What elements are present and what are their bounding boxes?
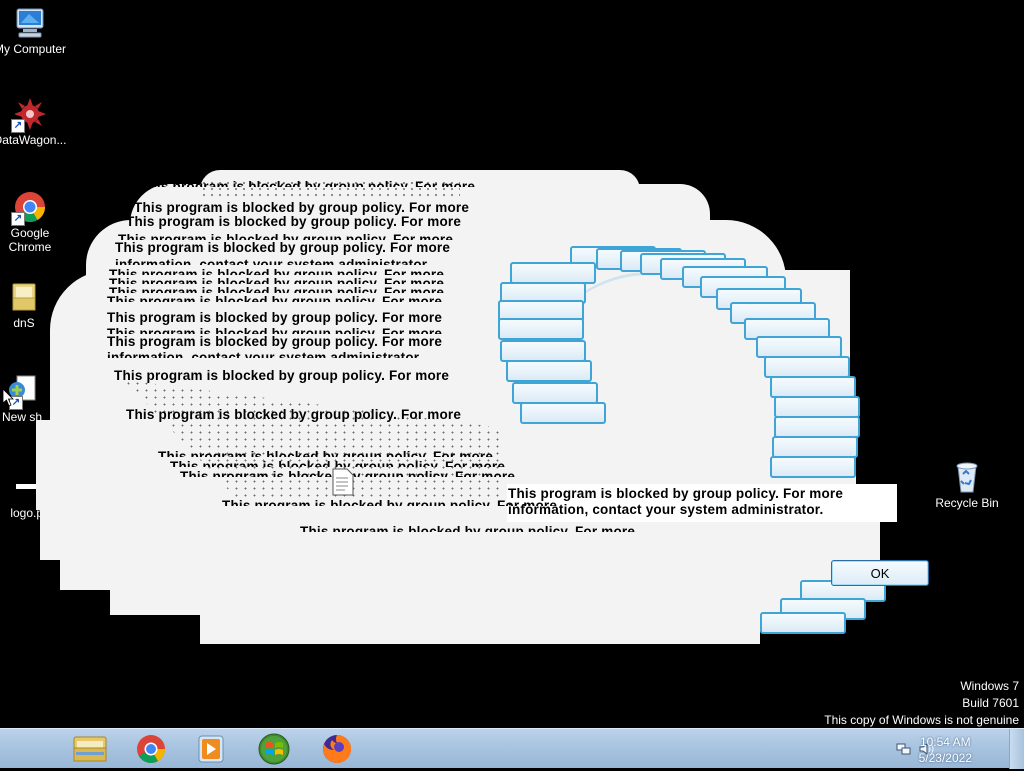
ok-ghost [764, 356, 850, 378]
chrome-icon [137, 735, 165, 764]
trail-text: This program is blocked by group policy.… [109, 276, 445, 284]
desktop-icon-label: Google Chrome [8, 226, 52, 254]
trail-text: This program is blocked by group policy.… [115, 240, 451, 255]
clock-time: 10:54 AM [919, 735, 971, 749]
show-desktop-button[interactable] [1009, 729, 1024, 769]
trail-text: This program is blocked by group policy.… [107, 326, 443, 334]
ok-button[interactable]: OK [831, 560, 929, 586]
desktop-icon-recycle-bin[interactable]: Recycle Bin [929, 460, 1005, 510]
desktop-icon-label: DataWagon... [0, 133, 67, 147]
chrome-icon: ↗ [11, 190, 47, 226]
trail-text: This program is blocked by group policy.… [107, 334, 443, 349]
folder-icon [7, 280, 41, 314]
ok-ghost [770, 376, 856, 398]
taskbar-clock[interactable]: 10:54 AM 5/23/2022 [919, 734, 972, 766]
desktop-icon-my-computer[interactable]: My Computer [0, 6, 68, 56]
desktop-icon-label: Recycle Bin [935, 496, 999, 510]
desktop: My Computer ↗ DataWagon... ↗ Google Chrom… [0, 0, 1024, 728]
ok-ghost [512, 382, 598, 404]
ok-ghost [760, 612, 846, 634]
dialog-message-line-2: information, contact your system adminis… [508, 502, 824, 517]
trail-text: This program is blocked by group policy.… [109, 267, 445, 275]
trail-text: This program is blocked by group policy.… [107, 310, 443, 325]
trail-text: information, contact your system adminis… [107, 350, 420, 358]
clock-date: 5/23/2022 [918, 751, 972, 765]
file-icon [331, 468, 355, 501]
dialog-message-line-1: This program is blocked by group policy.… [508, 486, 844, 501]
taskbar-media-player[interactable] [185, 732, 237, 766]
ok-ghost [774, 416, 860, 438]
ok-ghost [770, 456, 856, 478]
taskbar-firefox[interactable] [311, 732, 363, 766]
media-player-icon [198, 735, 224, 763]
network-icon[interactable] [896, 741, 912, 757]
trail-text: This program is blocked by group policy.… [134, 200, 470, 215]
mouse-cursor-icon [2, 388, 15, 412]
system-tray: 10:54 AM 5/23/2022 [884, 729, 1024, 769]
trail-text: This program is blocked by group policy.… [118, 232, 454, 240]
start-icon [258, 733, 290, 765]
shortcut-arrow-icon: ↗ [11, 212, 25, 226]
shortcut-arrow-icon: ↗ [11, 119, 25, 133]
recycle-bin-icon [950, 460, 984, 494]
watermark-os: Windows 7 [960, 679, 1019, 693]
ok-ghost [500, 340, 586, 362]
taskbar-chrome[interactable] [125, 732, 177, 766]
datawagon-icon: ↗ [11, 97, 47, 133]
watermark-build: Build 7601 [962, 696, 1019, 710]
ok-ghost [498, 318, 584, 340]
desktop-icon-datawagon[interactable]: ↗ DataWagon... [0, 97, 68, 147]
windows-watermark: Windows 7 Build 7601 This copy of Window… [824, 678, 1019, 728]
trail-text: This program is blocked by group policy.… [300, 524, 636, 532]
taskbar-file-explorer[interactable] [64, 732, 116, 766]
trail-text: This program is blocked by group policy.… [107, 294, 443, 302]
ok-ghost [510, 262, 596, 284]
desktop-icon-google-chrome[interactable]: ↗ Google Chrome [0, 190, 68, 254]
ok-ghost [506, 360, 592, 382]
trail-text: This program is blocked by group policy.… [114, 368, 450, 383]
file-explorer-icon [73, 736, 107, 762]
computer-icon [13, 6, 47, 40]
ok-ghost [520, 402, 606, 424]
trail-text: This program is blocked by group policy.… [126, 214, 462, 229]
trail-text: This program is blocked by group policy.… [109, 285, 445, 293]
ok-ghost [756, 336, 842, 358]
firefox-icon [323, 734, 352, 763]
dialog-message: This program is blocked by group policy.… [508, 486, 843, 518]
ok-ghost [774, 396, 860, 418]
desktop-icon-label: My Computer [0, 42, 67, 56]
taskbar: 10:54 AM 5/23/2022 [0, 728, 1024, 769]
taskbar-start-orb[interactable] [248, 732, 300, 766]
watermark-genuine: This copy of Windows is not genuine [824, 713, 1019, 727]
trail-text: information, contact your system adminis… [115, 257, 428, 265]
ok-ghost [772, 436, 858, 458]
